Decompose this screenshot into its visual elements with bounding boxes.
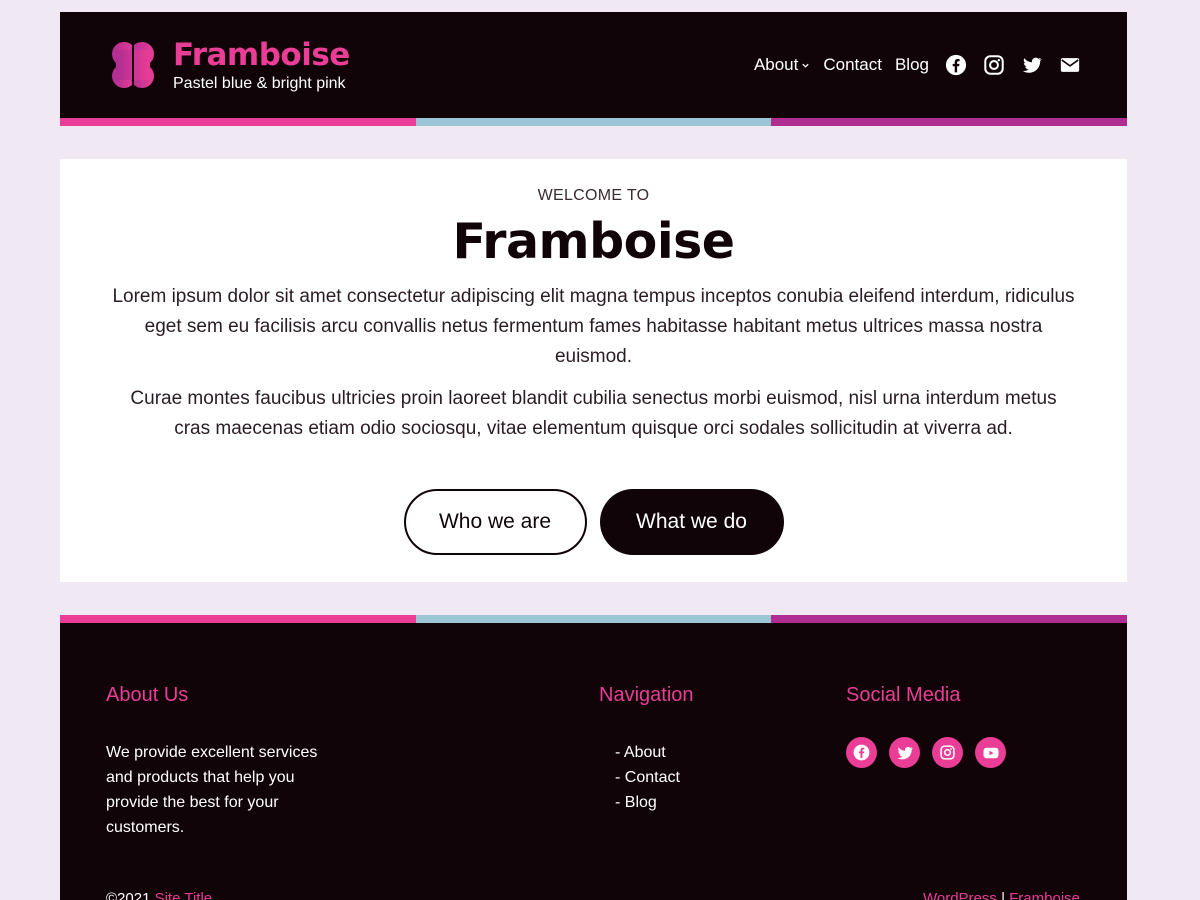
chevron-down-icon: [802, 63, 810, 68]
site-tagline: Pastel blue & bright pink: [173, 75, 346, 92]
footer-nav-list: - About - Contact - Blog: [599, 740, 694, 815]
wordpress-link[interactable]: WordPress: [923, 890, 997, 900]
site-footer: About Us We provide excellent services a…: [60, 615, 1128, 900]
footer-social-icons: [846, 737, 1018, 768]
nav-item-blog[interactable]: Blog: [895, 55, 929, 75]
what-we-do-button[interactable]: What we do: [599, 489, 784, 555]
footer-body: About Us We provide excellent services a…: [60, 623, 1127, 900]
who-we-are-button[interactable]: Who we are: [403, 489, 587, 555]
footer-social-heading: Social Media: [846, 684, 961, 706]
site-title-link[interactable]: Site Title: [155, 890, 213, 900]
footer-about-column: About Us We provide excellent services a…: [106, 684, 336, 840]
framboise-link[interactable]: Framboise: [1009, 890, 1080, 900]
twitter-icon[interactable]: [1021, 54, 1043, 76]
footer-nav-about[interactable]: - About: [615, 740, 694, 765]
nav-item-contact[interactable]: Contact: [823, 55, 882, 75]
brand: Framboise Pastel blue & bright pink: [173, 37, 350, 93]
footer-about-text: We provide excellent services and produc…: [106, 744, 318, 836]
footer-about-heading: About Us: [106, 684, 189, 706]
hero-title: Framboise: [452, 213, 735, 270]
primary-nav: About Contact Blog: [754, 54, 1081, 76]
footer-social-column: Social Media: [846, 684, 1018, 768]
footer-nav-contact[interactable]: - Contact: [615, 765, 694, 790]
hero-buttons: Who we are What we do: [110, 489, 1077, 555]
instagram-icon[interactable]: [983, 54, 1005, 76]
footer-copyright: ©2021 Site Title: [106, 890, 212, 900]
nav-item-about-label: About: [753, 55, 799, 74]
footer-credit: WordPress | Framboise: [923, 890, 1080, 900]
header-color-stripe: [60, 118, 1128, 126]
copyright-prefix: ©2021: [106, 890, 151, 900]
mail-icon[interactable]: [1059, 54, 1081, 76]
credit-separator: |: [996, 890, 1010, 900]
facebook-icon[interactable]: [846, 737, 877, 768]
site-header: Framboise Pastel blue & bright pink Abou…: [60, 12, 1127, 118]
hero-section: WELCOME TO Framboise Lorem ipsum dolor s…: [60, 159, 1127, 582]
footer-color-stripe: [60, 615, 1128, 623]
facebook-icon[interactable]: [945, 54, 967, 76]
hero-paragraph-1: Lorem ipsum dolor sit amet consectetur a…: [112, 286, 1075, 367]
nav-item-about[interactable]: About: [754, 55, 810, 75]
footer-navigation-column: Navigation - About - Contact - Blog: [599, 684, 694, 815]
instagram-icon[interactable]: [932, 737, 963, 768]
youtube-icon[interactable]: [975, 737, 1006, 768]
hero-eyebrow: WELCOME TO: [537, 187, 650, 204]
footer-nav-heading: Navigation: [599, 684, 694, 706]
flower-logo-icon[interactable]: [106, 40, 160, 90]
footer-nav-blog[interactable]: - Blog: [615, 790, 694, 815]
hero-paragraph-2: Curae montes faucibus ultricies proin la…: [130, 388, 1057, 439]
twitter-icon[interactable]: [889, 737, 920, 768]
header-social-icons: [929, 54, 1081, 76]
site-title[interactable]: Framboise: [173, 37, 350, 73]
